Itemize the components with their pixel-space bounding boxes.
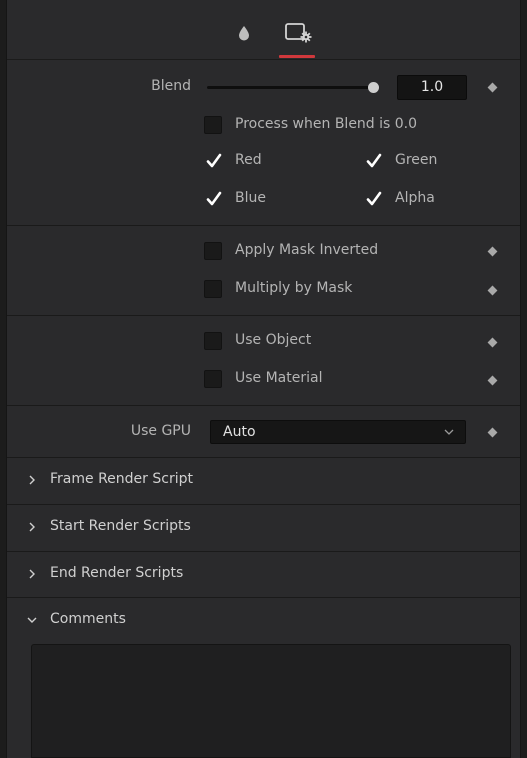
- start-render-scripts-title: Start Render Scripts: [50, 518, 191, 534]
- apply-mask-inverted-checkbox[interactable]: [204, 242, 222, 260]
- use-material-keyframe-icon[interactable]: [487, 375, 498, 386]
- chevron-down-icon: [444, 429, 454, 435]
- checkmark-icon: [206, 191, 222, 206]
- comments-section[interactable]: Comments: [7, 598, 520, 644]
- inspector-panel: Blend 1.0 Process when Blend is 0.0 Red …: [6, 0, 521, 758]
- settings-icon: [285, 23, 312, 43]
- use-material-label: Use Material: [235, 370, 323, 386]
- checkmark-icon: [366, 153, 382, 168]
- use-material-checkbox[interactable]: [204, 370, 222, 388]
- blend-label: Blend: [151, 78, 191, 94]
- green-label: Green: [395, 152, 438, 168]
- blue-label: Blue: [235, 190, 266, 206]
- red-checkbox[interactable]: [204, 152, 222, 170]
- frame-render-script-title: Frame Render Script: [50, 471, 193, 487]
- section-divider: [7, 225, 520, 226]
- apply-mask-inverted-label: Apply Mask Inverted: [235, 242, 379, 258]
- checkmark-icon: [206, 153, 222, 168]
- use-object-label: Use Object: [235, 332, 312, 348]
- frame-render-script-section[interactable]: Frame Render Script: [7, 458, 520, 504]
- comments-title: Comments: [50, 611, 126, 627]
- multiply-by-mask-label: Multiply by Mask: [235, 280, 353, 296]
- blend-slider-handle[interactable]: [368, 82, 379, 93]
- process-when-blend-checkbox[interactable]: [204, 116, 222, 134]
- multiply-by-mask-keyframe-icon[interactable]: [487, 285, 498, 296]
- blend-slider[interactable]: [207, 86, 377, 89]
- blend-value-field[interactable]: 1.0: [397, 75, 467, 100]
- process-when-blend-label: Process when Blend is 0.0: [235, 116, 418, 132]
- chevron-right-icon: [29, 522, 35, 532]
- use-object-keyframe-icon[interactable]: [487, 337, 498, 348]
- use-gpu-keyframe-icon[interactable]: [487, 427, 498, 438]
- section-divider: [7, 315, 520, 316]
- droplet-icon: [239, 26, 249, 41]
- chevron-down-icon: [27, 617, 37, 623]
- use-gpu-label: Use GPU: [130, 423, 191, 439]
- blend-keyframe-icon[interactable]: [487, 82, 498, 93]
- comments-textarea[interactable]: [31, 644, 511, 758]
- inspector-tabs: [7, 0, 520, 60]
- section-divider: [7, 405, 520, 406]
- alpha-checkbox[interactable]: [364, 190, 382, 208]
- use-gpu-value: Auto: [223, 424, 256, 440]
- multiply-by-mask-checkbox[interactable]: [204, 280, 222, 298]
- green-checkbox[interactable]: [364, 152, 382, 170]
- checkmark-icon: [366, 191, 382, 206]
- tab-settings[interactable]: [277, 18, 321, 48]
- chevron-right-icon: [29, 475, 35, 485]
- alpha-label: Alpha: [395, 190, 435, 206]
- chevron-right-icon: [29, 569, 35, 579]
- active-tab-indicator: [279, 55, 315, 58]
- end-render-scripts-title: End Render Scripts: [50, 565, 184, 581]
- use-object-checkbox[interactable]: [204, 332, 222, 350]
- use-gpu-dropdown[interactable]: Auto: [210, 420, 466, 444]
- red-label: Red: [235, 152, 262, 168]
- blue-checkbox[interactable]: [204, 190, 222, 208]
- apply-mask-inverted-keyframe-icon[interactable]: [487, 246, 498, 257]
- start-render-scripts-section[interactable]: Start Render Scripts: [7, 505, 520, 551]
- end-render-scripts-section[interactable]: End Render Scripts: [7, 552, 520, 598]
- tab-color[interactable]: [233, 18, 255, 48]
